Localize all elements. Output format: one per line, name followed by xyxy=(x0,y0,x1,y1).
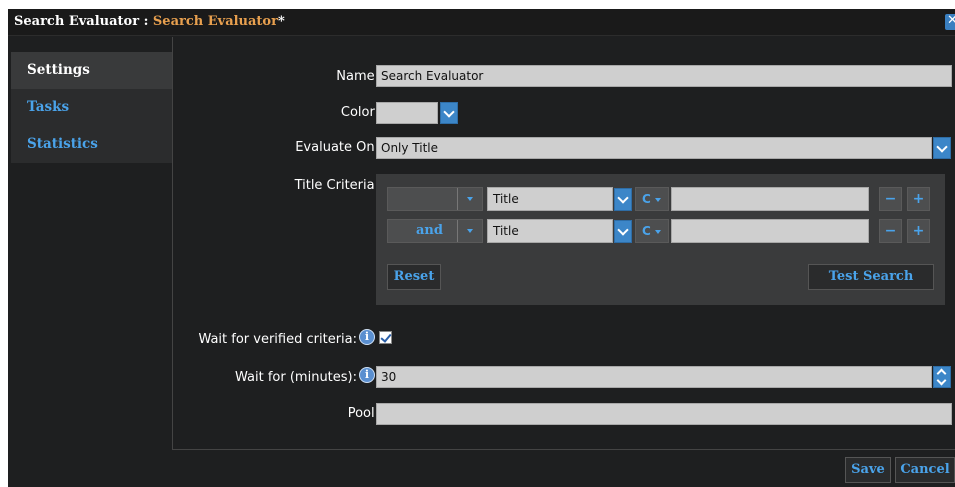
dialog-titlebar: Search Evaluator : Search Evaluator* ✕ xyxy=(8,9,955,36)
case-sensitivity-button[interactable]: C xyxy=(635,219,669,243)
criteria-field-select[interactable]: Title xyxy=(487,187,613,211)
title-modified-mark: * xyxy=(277,14,285,29)
criteria-value-input[interactable] xyxy=(671,219,869,243)
chevron-down-icon xyxy=(443,106,455,118)
wait-minutes-spinner[interactable] xyxy=(933,366,951,388)
criteria-field-dropdown-button[interactable] xyxy=(614,220,632,243)
remove-criteria-button[interactable]: − xyxy=(879,219,902,243)
evaluate-on-dropdown-button[interactable] xyxy=(933,137,951,159)
criteria-field-select[interactable]: Title xyxy=(487,219,613,243)
sidebar-item-settings[interactable]: Settings xyxy=(11,52,173,89)
name-label: Name: xyxy=(336,69,379,84)
save-button[interactable]: Save xyxy=(845,457,891,483)
chevron-down-icon xyxy=(936,141,948,153)
title-prefix: Search Evaluator : xyxy=(14,14,153,29)
info-icon[interactable]: i xyxy=(359,367,375,383)
info-icon[interactable]: i xyxy=(359,329,375,345)
wait-verified-checkbox[interactable] xyxy=(379,331,392,344)
reset-button[interactable]: Reset xyxy=(387,264,441,290)
chevron-down-icon xyxy=(617,224,629,236)
chevron-down-icon xyxy=(936,375,947,386)
dialog-title: Search Evaluator : Search Evaluator* xyxy=(14,9,285,35)
add-criteria-button[interactable]: + xyxy=(907,219,930,243)
wait-minutes-input[interactable]: 30 xyxy=(376,366,932,388)
criteria-logic-select[interactable]: and xyxy=(387,219,483,243)
cancel-button[interactable]: Cancel xyxy=(895,457,955,483)
pool-label: Pool: xyxy=(347,406,379,421)
evaluate-on-select[interactable]: Only Title xyxy=(376,137,932,159)
add-criteria-button[interactable]: + xyxy=(907,187,930,211)
chevron-down-icon xyxy=(617,192,629,204)
evaluate-on-label: Evaluate On: xyxy=(295,140,379,155)
criteria-logic-select[interactable] xyxy=(387,187,483,211)
close-icon[interactable]: ✕ xyxy=(945,14,955,30)
remove-criteria-button[interactable]: − xyxy=(879,187,902,211)
title-criteria-label: Title Criteria: xyxy=(294,178,379,193)
case-sensitivity-button[interactable]: C xyxy=(635,187,669,211)
wait-minutes-label: Wait for (minutes): xyxy=(235,370,357,385)
test-search-button[interactable]: Test Search xyxy=(808,264,934,290)
criteria-value-input[interactable] xyxy=(671,187,869,211)
criteria-panel: Title C − + and Title C − + Reset Test S… xyxy=(376,174,945,305)
settings-panel: Name: Search Evaluator Color: Evaluate O… xyxy=(172,37,955,450)
color-label: Color: xyxy=(340,105,379,120)
sidebar: Settings Tasks Statistics xyxy=(11,52,173,163)
title-name: Search Evaluator xyxy=(152,14,278,29)
sidebar-item-statistics[interactable]: Statistics xyxy=(11,126,173,163)
criteria-field-dropdown-button[interactable] xyxy=(614,188,632,211)
name-input[interactable]: Search Evaluator xyxy=(376,65,952,87)
color-dropdown-button[interactable] xyxy=(440,102,458,124)
wait-verified-label: Wait for verified criteria: xyxy=(198,332,357,347)
color-picker[interactable] xyxy=(376,102,438,124)
pool-input[interactable] xyxy=(376,403,952,425)
search-evaluator-dialog: Search Evaluator : Search Evaluator* ✕ S… xyxy=(8,9,955,487)
sidebar-item-tasks[interactable]: Tasks xyxy=(11,89,173,126)
